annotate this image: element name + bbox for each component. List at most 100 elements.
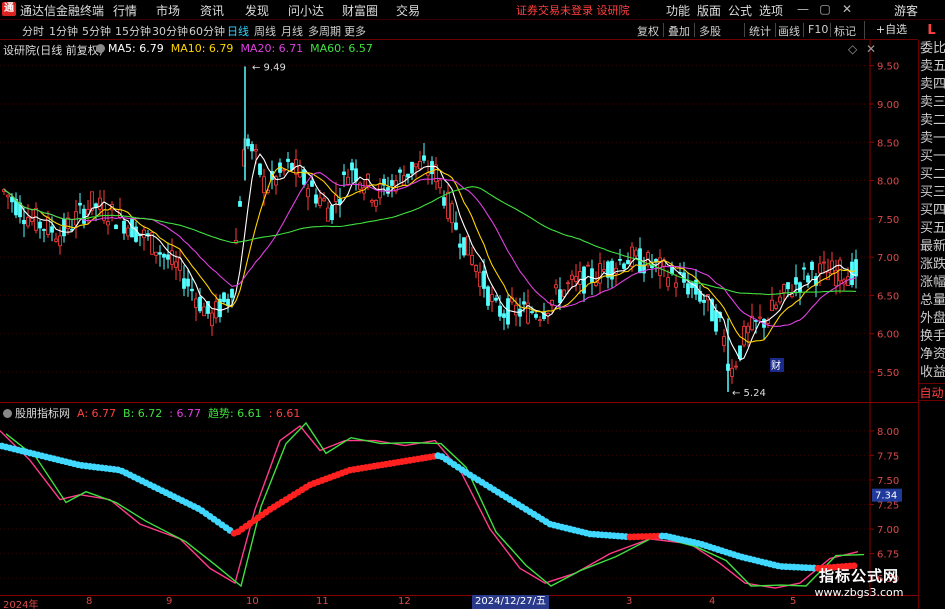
period-daily[interactable]: 日线 (227, 23, 249, 39)
ind-tick-label: 7.25 (877, 501, 899, 512)
period-monthly[interactable]: 月线 (281, 23, 303, 39)
candle-body (722, 336, 726, 346)
price-tick-label: 8.00 (877, 177, 899, 188)
side-tab[interactable]: 卖五 (920, 58, 945, 76)
side-tab[interactable]: 换手 (920, 328, 945, 346)
tool-tongji[interactable]: 统计 (749, 23, 771, 39)
minimize-icon[interactable]: — (794, 1, 812, 18)
period-weekly[interactable]: 周线 (254, 23, 276, 39)
candle-body (558, 289, 562, 304)
menu-gongshi[interactable]: 公式 (728, 2, 752, 19)
candle-body (90, 191, 94, 211)
tool-f10[interactable]: F10 (808, 23, 828, 36)
menu-banmian[interactable]: 版面 (697, 2, 721, 19)
menu-caifuquan[interactable]: 财富圈 (342, 2, 378, 19)
period-30min[interactable]: 30分钟 (152, 23, 188, 39)
level-badge[interactable]: L (918, 21, 945, 40)
side-tab[interactable]: 卖三 (920, 94, 945, 112)
indicator-chart-panel[interactable]: 8.00 7.75 7.50 7.25 7.00 6.75 6.50 7.34 股朋指标网 A… (0, 402, 918, 596)
menu-wenxiaoda[interactable]: 问小达 (288, 2, 324, 19)
price-chart-title: 设研院(日线 前复权) (3, 44, 104, 57)
watermark-title: 指标公式网 (818, 567, 899, 585)
menu-xuanxiang[interactable]: 选项 (759, 2, 783, 19)
ma-toggle-icon[interactable] (96, 44, 105, 53)
side-tab[interactable]: 涨幅 (920, 274, 945, 292)
candle-body (310, 180, 314, 187)
candle-body (246, 138, 250, 147)
period-fenshi[interactable]: 分时 (22, 23, 44, 39)
tool-diejia[interactable]: 叠加 (668, 23, 690, 39)
side-tab[interactable]: 买三 (920, 184, 945, 202)
tool-duogu[interactable]: 多股 (699, 23, 721, 39)
guest-label[interactable]: 游客 (894, 2, 918, 19)
candle-body (82, 208, 86, 224)
side-tab[interactable]: 净资 (920, 346, 945, 364)
side-tab[interactable]: 收益 (920, 364, 945, 382)
side-tab[interactable]: 买四 (920, 202, 945, 220)
candle-body (730, 367, 734, 377)
candle-body (54, 238, 58, 242)
side-tab[interactable]: 总量 (920, 292, 945, 310)
price-tick-label: 8.50 (877, 138, 899, 149)
side-tab[interactable]: 买一 (920, 148, 945, 166)
tool-fuquan[interactable]: 复权 (637, 23, 659, 39)
candle-body (22, 219, 26, 225)
candle-body (794, 277, 798, 285)
side-tab[interactable]: 买五 (920, 220, 945, 238)
period-5min[interactable]: 5分钟 (82, 23, 111, 39)
candle-body (238, 201, 242, 207)
candle-body (618, 258, 622, 261)
candle-body (514, 304, 518, 316)
candle-body (778, 296, 782, 303)
candle-body (622, 263, 626, 269)
candle-body (50, 226, 54, 233)
side-tab[interactable]: 卖四 (920, 76, 945, 94)
period-60min[interactable]: 60分钟 (189, 23, 225, 39)
add-watchlist-button[interactable]: +自选 (864, 21, 918, 39)
close-panel-icon[interactable]: ✕ (866, 42, 876, 56)
side-tab[interactable]: 涨跌 (920, 256, 945, 274)
toolbar-divider (694, 23, 695, 37)
period-multi[interactable]: 多周期 (308, 23, 341, 39)
price-tick-label: 6.00 (877, 330, 899, 341)
menu-hangqing[interactable]: 行情 (113, 2, 137, 19)
side-tab[interactable]: 卖二 (920, 112, 945, 130)
candle-body (498, 305, 502, 317)
ma60-line (3, 186, 857, 296)
side-tab[interactable]: 外盘 (920, 310, 945, 328)
x-label: 4 (709, 596, 716, 607)
menu-jiaoyi[interactable]: 交易 (396, 2, 420, 19)
candle-body (222, 292, 226, 303)
side-tab[interactable]: 买二 (920, 166, 945, 184)
side-tab[interactable]: 最新 (920, 238, 945, 256)
indicator-toggle-icon[interactable] (3, 409, 12, 418)
side-tab[interactable]: 卖一 (920, 130, 945, 148)
x-label: 3 (626, 596, 633, 607)
close-icon[interactable]: ✕ (838, 1, 856, 18)
menu-gongneng[interactable]: 功能 (666, 2, 690, 19)
menu-shichang[interactable]: 市场 (156, 2, 180, 19)
ma10-label: MA10: 6.79 (170, 42, 234, 55)
price-tick-label: 7.00 (877, 253, 899, 264)
toolbar-divider (775, 23, 776, 37)
restore-icon[interactable]: ▢ (816, 1, 834, 18)
menu-zixun[interactable]: 资讯 (200, 2, 224, 19)
side-tab[interactable]: 委比 (920, 40, 945, 58)
candle-body (374, 200, 378, 207)
settings-diamond-icon[interactable]: ◇ (848, 42, 857, 56)
candle-body (210, 312, 214, 327)
login-notice[interactable]: 证券交易未登录 设研院 (516, 2, 630, 18)
auto-button[interactable]: 自动 (918, 383, 945, 401)
ind-tick-label: 7.75 (877, 451, 899, 462)
period-15min[interactable]: 15分钟 (115, 23, 151, 39)
period-more[interactable]: 更多 (344, 23, 366, 39)
tool-biaoji[interactable]: 标记 (834, 23, 856, 39)
candle-body (854, 259, 858, 277)
price-chart-panel[interactable]: 9.50 9.00 8.50 8.00 7.50 7.00 6.50 6.00 5.50 ← 9.… (0, 40, 918, 402)
app-logo-icon: 通 (2, 2, 16, 16)
tool-huaxian[interactable]: 画线 (778, 23, 800, 39)
legend-b: B: 6.72 (123, 407, 163, 420)
candle-body (318, 197, 322, 206)
menu-faxian[interactable]: 发现 (245, 2, 269, 19)
period-1min[interactable]: 1分钟 (49, 23, 78, 39)
